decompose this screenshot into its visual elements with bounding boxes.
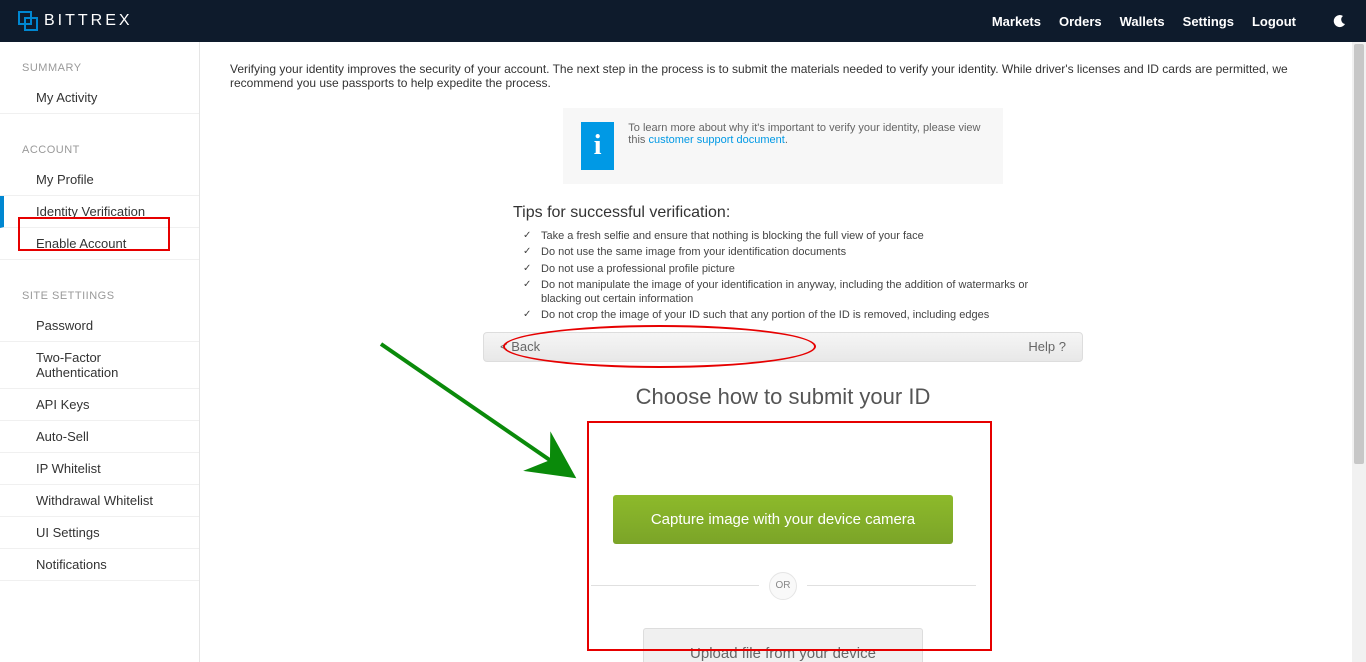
sidebar-section-site-settings: SITE SETTIINGS	[0, 282, 199, 310]
nav-markets[interactable]: Markets	[992, 14, 1041, 29]
nav-logout[interactable]: Logout	[1252, 14, 1296, 29]
brand-logo[interactable]: BITTREX	[18, 11, 133, 31]
sidebar-item-two-factor[interactable]: Two-Factor Authentication	[0, 342, 199, 389]
upload-file-button[interactable]: Upload file from your device	[643, 628, 923, 662]
tip-item: Do not manipulate the image of your iden…	[523, 277, 1053, 308]
tips-title: Tips for successful verification:	[513, 204, 1053, 222]
sidebar-item-ip-whitelist[interactable]: IP Whitelist	[0, 453, 199, 485]
settings-sidebar: SUMMARY My Activity ACCOUNT My Profile I…	[0, 42, 200, 662]
bittrex-logo-icon	[18, 11, 38, 31]
submit-options: Capture image with your device camera OR…	[581, 460, 986, 662]
tips-list: Take a fresh selfie and ensure that noth…	[513, 228, 1053, 324]
main-content: Verifying your identity improves the sec…	[200, 42, 1366, 662]
help-button[interactable]: Help ?	[1028, 339, 1066, 354]
customer-support-link[interactable]: customer support document	[648, 134, 784, 146]
choose-title: Choose how to submit your ID	[230, 384, 1336, 410]
info-icon: i	[581, 122, 614, 170]
info-callout: i To learn more about why it's important…	[563, 108, 1003, 184]
sidebar-item-my-profile[interactable]: My Profile	[0, 164, 199, 196]
nav-wallets[interactable]: Wallets	[1120, 14, 1165, 29]
sidebar-item-my-activity[interactable]: My Activity	[0, 82, 199, 114]
tip-item: Do not crop the image of your ID such th…	[523, 307, 1053, 323]
tip-item: Do not use a professional profile pictur…	[523, 261, 1053, 277]
sidebar-item-identity-verification[interactable]: Identity Verification	[0, 196, 199, 228]
or-label: OR	[769, 572, 797, 600]
dark-mode-icon[interactable]	[1332, 13, 1348, 29]
capture-camera-button[interactable]: Capture image with your device camera	[613, 495, 953, 544]
nav-orders[interactable]: Orders	[1059, 14, 1102, 29]
sidebar-item-withdrawal-whitelist[interactable]: Withdrawal Whitelist	[0, 485, 199, 517]
tip-item: Take a fresh selfie and ensure that noth…	[523, 228, 1053, 244]
info-text-post: .	[785, 134, 788, 146]
sidebar-section-summary: SUMMARY	[0, 54, 199, 82]
sidebar-item-ui-settings[interactable]: UI Settings	[0, 517, 199, 549]
sidebar-item-auto-sell[interactable]: Auto-Sell	[0, 421, 199, 453]
sidebar-item-enable-account[interactable]: Enable Account	[0, 228, 199, 260]
step-nav-bar: < Back Help ?	[483, 332, 1083, 362]
main-nav: Markets Orders Wallets Settings Logout	[992, 13, 1348, 29]
sidebar-section-account: ACCOUNT	[0, 136, 199, 164]
tips-block: Tips for successful verification: Take a…	[513, 204, 1053, 324]
back-button[interactable]: < Back	[500, 339, 540, 354]
divider-line	[807, 585, 976, 586]
sidebar-item-api-keys[interactable]: API Keys	[0, 389, 199, 421]
tip-item: Do not use the same image from your iden…	[523, 244, 1053, 260]
sidebar-item-password[interactable]: Password	[0, 310, 199, 342]
divider-line	[591, 585, 760, 586]
sidebar-item-notifications[interactable]: Notifications	[0, 549, 199, 581]
or-divider: OR	[591, 572, 976, 600]
nav-settings[interactable]: Settings	[1183, 14, 1234, 29]
brand-name: BITTREX	[44, 12, 133, 30]
intro-text: Verifying your identity improves the sec…	[230, 62, 1336, 90]
info-text: To learn more about why it's important t…	[628, 122, 985, 146]
scrollbar-thumb[interactable]	[1354, 44, 1364, 464]
top-nav-bar: BITTREX Markets Orders Wallets Settings …	[0, 0, 1366, 42]
